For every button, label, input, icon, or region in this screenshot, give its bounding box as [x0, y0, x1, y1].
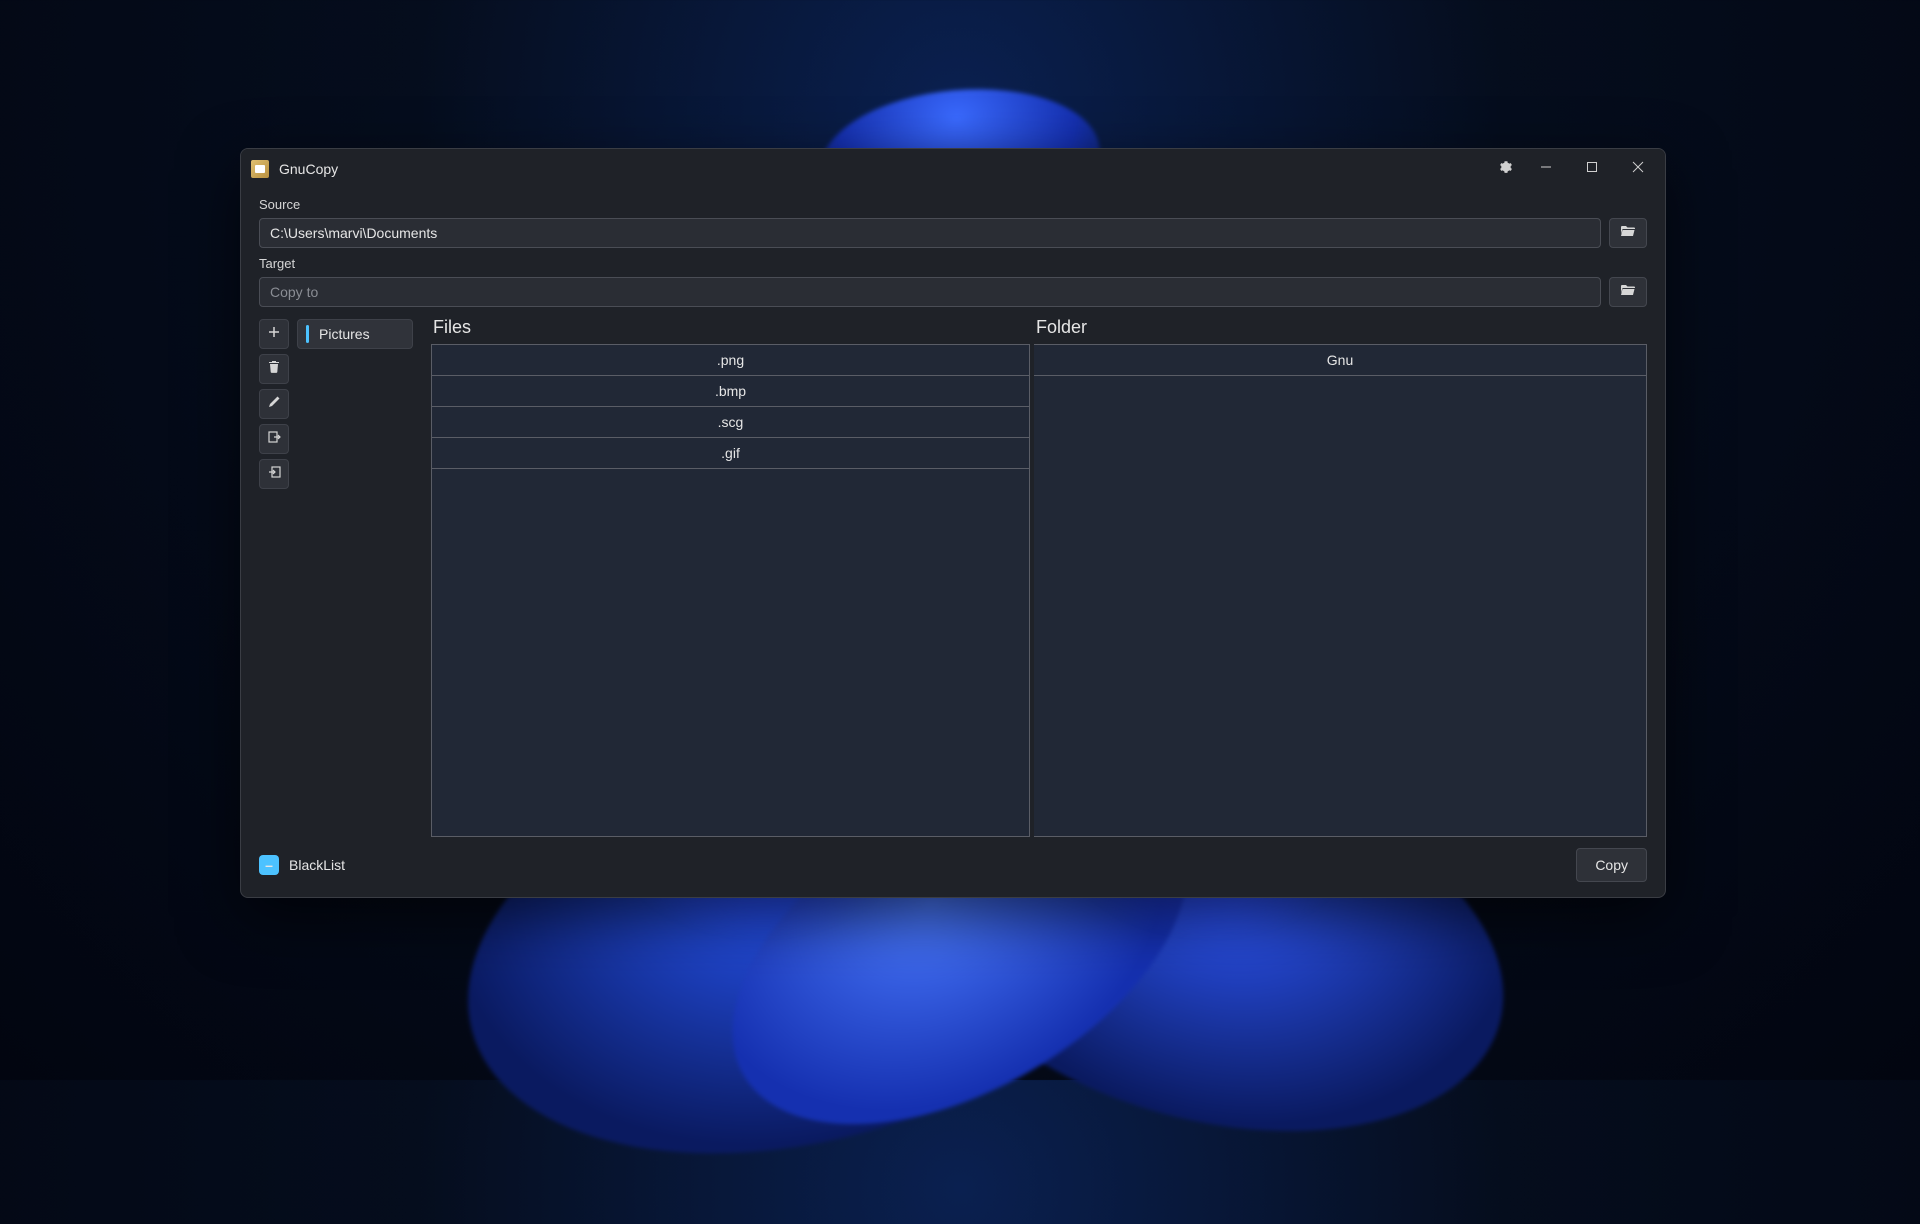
- files-header: Files: [431, 317, 1030, 338]
- app-icon: [251, 160, 269, 178]
- minus-icon: –: [265, 858, 273, 872]
- file-row[interactable]: .bmp: [432, 376, 1029, 407]
- category-item-pictures[interactable]: Pictures: [297, 319, 413, 349]
- side-toolbar: [259, 317, 291, 837]
- export-button[interactable]: [259, 424, 289, 454]
- browse-target-button[interactable]: [1609, 277, 1647, 307]
- blacklist-checkbox[interactable]: – BlackList: [259, 855, 345, 875]
- window-body: Source Target: [241, 189, 1665, 897]
- folder-open-icon: [1620, 283, 1636, 302]
- app-window: GnuCopy Source: [240, 148, 1666, 898]
- folder-column: Folder Gnu: [1030, 317, 1647, 837]
- folder-row[interactable]: Gnu: [1034, 345, 1646, 376]
- folder-open-icon: [1620, 224, 1636, 243]
- titlebar[interactable]: GnuCopy: [241, 149, 1665, 189]
- file-row[interactable]: .scg: [432, 407, 1029, 438]
- selection-marker: [306, 325, 309, 343]
- file-row[interactable]: .gif: [432, 438, 1029, 469]
- category-list: Pictures: [291, 317, 413, 837]
- export-icon: [268, 430, 281, 448]
- close-icon: [1632, 160, 1644, 178]
- maximize-button[interactable]: [1569, 151, 1615, 187]
- source-label: Source: [259, 197, 1647, 212]
- files-column: Files .png .bmp .scg .gif: [413, 317, 1030, 837]
- import-button[interactable]: [259, 459, 289, 489]
- close-button[interactable]: [1615, 151, 1661, 187]
- gear-icon: [1500, 160, 1512, 178]
- add-button[interactable]: [259, 319, 289, 349]
- target-input[interactable]: [259, 277, 1601, 307]
- target-label: Target: [259, 256, 1647, 271]
- plus-icon: [268, 325, 280, 343]
- window-title: GnuCopy: [279, 161, 338, 177]
- minimize-icon: [1540, 160, 1552, 178]
- settings-button[interactable]: [1489, 151, 1523, 187]
- trash-icon: [268, 360, 280, 378]
- folder-header: Folder: [1034, 317, 1647, 338]
- folder-list[interactable]: Gnu: [1034, 344, 1647, 837]
- checkbox-box: –: [259, 855, 279, 875]
- import-icon: [268, 465, 281, 483]
- maximize-icon: [1586, 160, 1598, 178]
- copy-button[interactable]: Copy: [1576, 848, 1647, 882]
- delete-button[interactable]: [259, 354, 289, 384]
- edit-button[interactable]: [259, 389, 289, 419]
- category-label: Pictures: [319, 326, 370, 342]
- pencil-icon: [268, 395, 280, 413]
- blacklist-label: BlackList: [289, 857, 345, 873]
- browse-source-button[interactable]: [1609, 218, 1647, 248]
- minimize-button[interactable]: [1523, 151, 1569, 187]
- source-input[interactable]: [259, 218, 1601, 248]
- files-list[interactable]: .png .bmp .scg .gif: [431, 344, 1030, 837]
- file-row[interactable]: .png: [432, 345, 1029, 376]
